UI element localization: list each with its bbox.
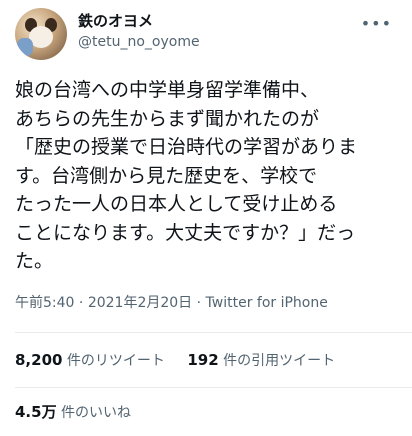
- likes-count: 4.5万: [15, 403, 57, 421]
- tweet-text: 娘の台湾への中学単身留学準備中、 あちらの先生からまず聞かれたのが 「歴史の授業…: [15, 79, 358, 272]
- user-avatar-icon[interactable]: [15, 8, 67, 60]
- retweets-label: 件のリツイート: [66, 353, 165, 369]
- author-handle[interactable]: @tetu_no_oyome: [78, 33, 200, 51]
- meta-separator: ·: [196, 295, 202, 311]
- tweet-header: 鉄のオヨメ @tetu_no_oyome •••: [0, 0, 412, 64]
- more-dots-icon[interactable]: •••: [361, 14, 392, 33]
- avatar-toy: [17, 38, 33, 56]
- likes-stats: 4.5万 件のいいね: [15, 403, 149, 422]
- meta-separator: ·: [78, 295, 84, 311]
- tweet-meta: 午前5:40 · 2021年2月20日 · Twitter for iPhone: [15, 294, 328, 312]
- retweets-count: 8,200: [15, 351, 63, 369]
- divider: [15, 387, 412, 388]
- author-display-name[interactable]: 鉄のオヨメ: [78, 12, 153, 31]
- retweet-quote-stats: 8,200 件のリツイート 192 件の引用ツイート: [15, 351, 353, 370]
- tweet-source[interactable]: Twitter for iPhone: [206, 295, 328, 311]
- divider: [15, 332, 412, 333]
- quotes-label: 件の引用ツイート: [223, 353, 336, 369]
- quotes-stat[interactable]: 192 件の引用ツイート: [187, 351, 335, 370]
- tweet-time[interactable]: 午前5:40: [15, 295, 74, 311]
- tweet-date[interactable]: 2021年2月20日: [88, 295, 192, 311]
- quotes-count: 192: [187, 351, 219, 369]
- likes-label: 件のいいね: [61, 405, 132, 421]
- likes-stat[interactable]: 4.5万 件のいいね: [15, 403, 131, 422]
- retweets-stat[interactable]: 8,200 件のリツイート: [15, 351, 165, 370]
